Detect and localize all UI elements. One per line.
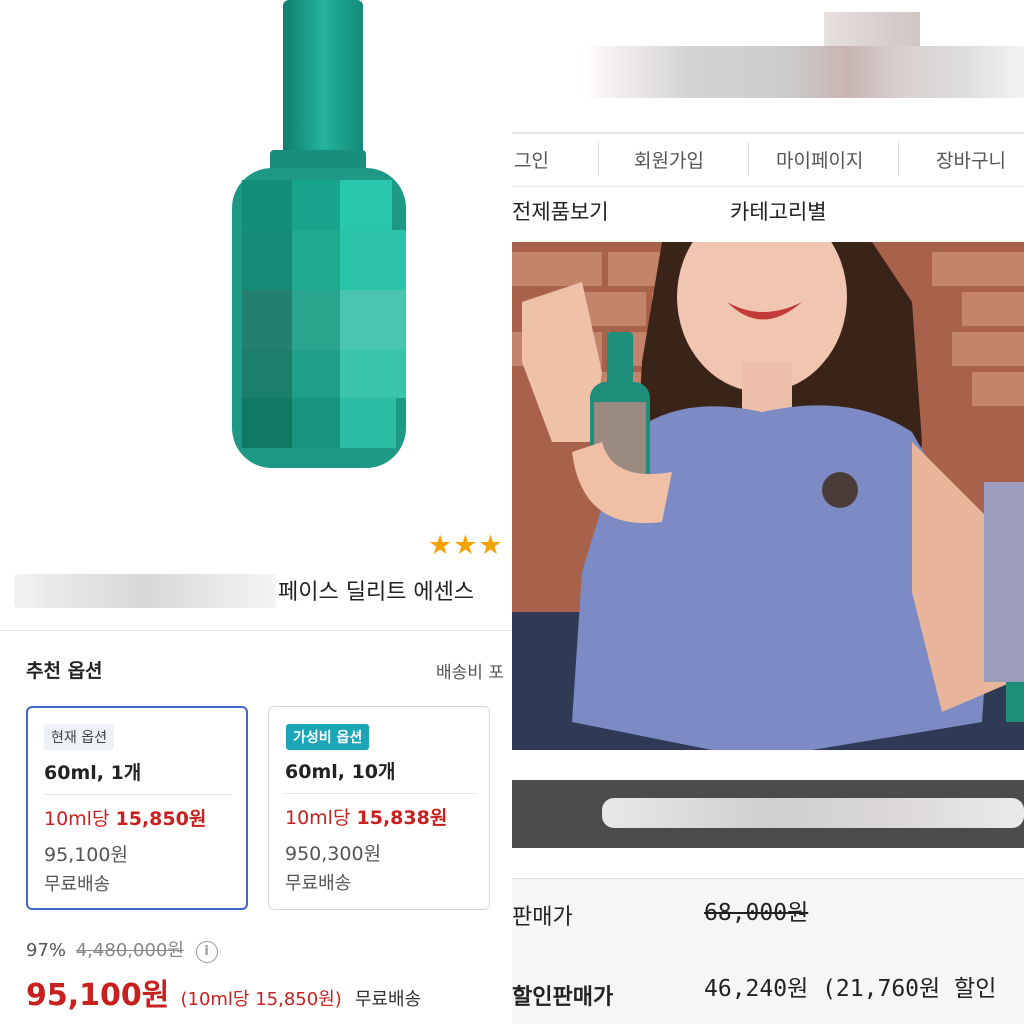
nav-separator xyxy=(598,142,599,176)
price-info: 판매가 68,000원 할인판매가 46,240원 (21,760원 할인 xyxy=(512,878,1024,1024)
blurred-promo-text xyxy=(602,798,1024,828)
option-name: 60ml, 1개 xyxy=(44,762,142,784)
option-price: 95,100원 xyxy=(44,844,128,866)
unit-prefix: 10ml당 xyxy=(285,807,351,829)
sale-price-label: 할인판매가 xyxy=(512,985,614,1010)
list-price-label: 판매가 xyxy=(512,905,573,930)
discount-row: 97% 4,480,000원 i xyxy=(26,936,218,963)
rating-stars: ★★★ xyxy=(428,530,504,561)
unit-prefix: 10ml당 xyxy=(44,808,110,830)
blurred-logo xyxy=(824,12,920,46)
unit-price: 10ml당 15,838원 xyxy=(285,803,447,830)
divider xyxy=(512,186,1024,187)
option-card-current[interactable]: 현재 옵션 60ml, 1개 10ml당 15,850원 95,100원 무료배… xyxy=(26,706,248,910)
option-card-value[interactable]: 가성비 옵션 60ml, 10개 10ml당 15,838원 950,300원 … xyxy=(268,706,490,910)
nav-separator xyxy=(898,142,899,176)
divider xyxy=(512,132,1024,134)
blurred-brand-name xyxy=(14,574,276,608)
final-shipping: 무료배송 xyxy=(354,989,422,1010)
divider xyxy=(0,630,512,631)
final-price: 95,100원 xyxy=(26,978,170,1013)
blurred-header xyxy=(582,46,1024,98)
discount-rate: 97% xyxy=(26,940,67,961)
nav-login[interactable]: 그인 xyxy=(514,146,549,173)
current-option-badge: 현재 옵션 xyxy=(44,724,114,750)
unit-price-value: 15,838원 xyxy=(356,807,448,829)
nav-mypage[interactable]: 마이페이지 xyxy=(776,146,863,173)
shipping-fee-link[interactable]: 배송비 포 xyxy=(436,658,504,683)
category-all-products[interactable]: 전제품보기 xyxy=(512,196,609,226)
value-option-badge: 가성비 옵션 xyxy=(286,724,370,750)
divider xyxy=(285,793,475,794)
product-detail-panel: ★★★ 페이스 딜리트 에센스 추천 옵션 배송비 포 현재 옵션 60ml, … xyxy=(0,0,512,1024)
option-price: 950,300원 xyxy=(285,843,382,865)
info-icon[interactable]: i xyxy=(195,941,218,963)
option-shipping: 무료배송 xyxy=(44,874,111,895)
unit-price-value: 15,850원 xyxy=(115,808,207,830)
final-unit-price: (10ml당 15,850원) xyxy=(180,989,342,1010)
model-photo xyxy=(512,242,1024,750)
nav-cart[interactable]: 장바구니 xyxy=(936,146,1006,173)
option-name: 60ml, 10개 xyxy=(285,761,396,783)
recommended-options-title: 추천 옵션 xyxy=(26,660,103,682)
original-price: 4,480,000원 xyxy=(75,940,184,961)
sale-price-value: 46,240원 (21,760원 할인 xyxy=(704,976,997,1002)
product-title: 페이스 딜리트 에센스 xyxy=(278,580,475,605)
unit-price: 10ml당 15,850원 xyxy=(44,804,206,831)
nav-signup[interactable]: 회원가입 xyxy=(634,146,704,173)
divider xyxy=(44,794,232,795)
option-shipping: 무료배송 xyxy=(285,873,352,894)
category-by-type[interactable]: 카테고리별 xyxy=(730,196,827,226)
product-image xyxy=(232,0,406,468)
shop-page-panel: 그인 회원가입 마이페이지 장바구니 전제품보기 카테고리별 판매가 68,00… xyxy=(512,0,1024,1024)
list-price-value: 68,000원 xyxy=(704,900,809,926)
final-price-row: 95,100원 (10ml당 15,850원) 무료배송 xyxy=(26,970,421,1014)
nav-separator xyxy=(748,142,749,176)
